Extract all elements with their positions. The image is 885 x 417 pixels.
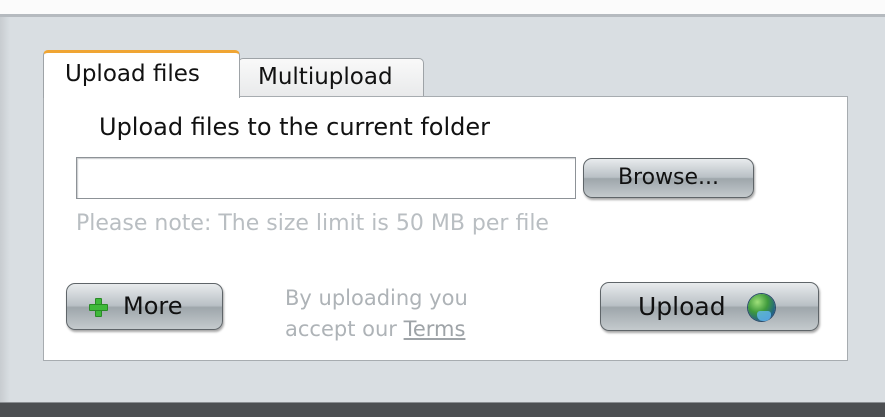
more-button[interactable]: More: [66, 283, 223, 330]
size-limit-note: Please note: The size limit is 50 MB per…: [76, 211, 549, 236]
panel-heading: Upload files to the current folder: [99, 113, 491, 141]
terms-notice: By uploading you accept our Terms: [285, 283, 468, 345]
tab-upload-files[interactable]: Upload files: [43, 50, 240, 98]
bottom-bar: [0, 402, 885, 417]
globe-icon: [748, 294, 775, 321]
tab-multiupload-label: Multiupload: [258, 64, 393, 90]
file-path-input[interactable]: [76, 157, 576, 199]
terms-line-1: By uploading you: [285, 286, 468, 310]
more-button-label: More: [123, 292, 183, 320]
browse-button-label: Browse...: [617, 165, 720, 190]
left-shade: [0, 17, 10, 402]
tab-upload-files-label: Upload files: [65, 61, 200, 87]
tab-multiupload[interactable]: Multiupload: [238, 58, 424, 96]
browse-button[interactable]: Browse...: [583, 158, 754, 198]
upload-button[interactable]: Upload: [600, 282, 819, 331]
terms-link[interactable]: Terms: [404, 317, 466, 341]
terms-line-2: accept our Terms: [285, 314, 468, 345]
top-bar: [0, 0, 885, 17]
plus-icon: [89, 298, 108, 317]
terms-line-2-prefix: accept our: [285, 317, 404, 341]
upload-button-label: Upload: [638, 292, 726, 321]
